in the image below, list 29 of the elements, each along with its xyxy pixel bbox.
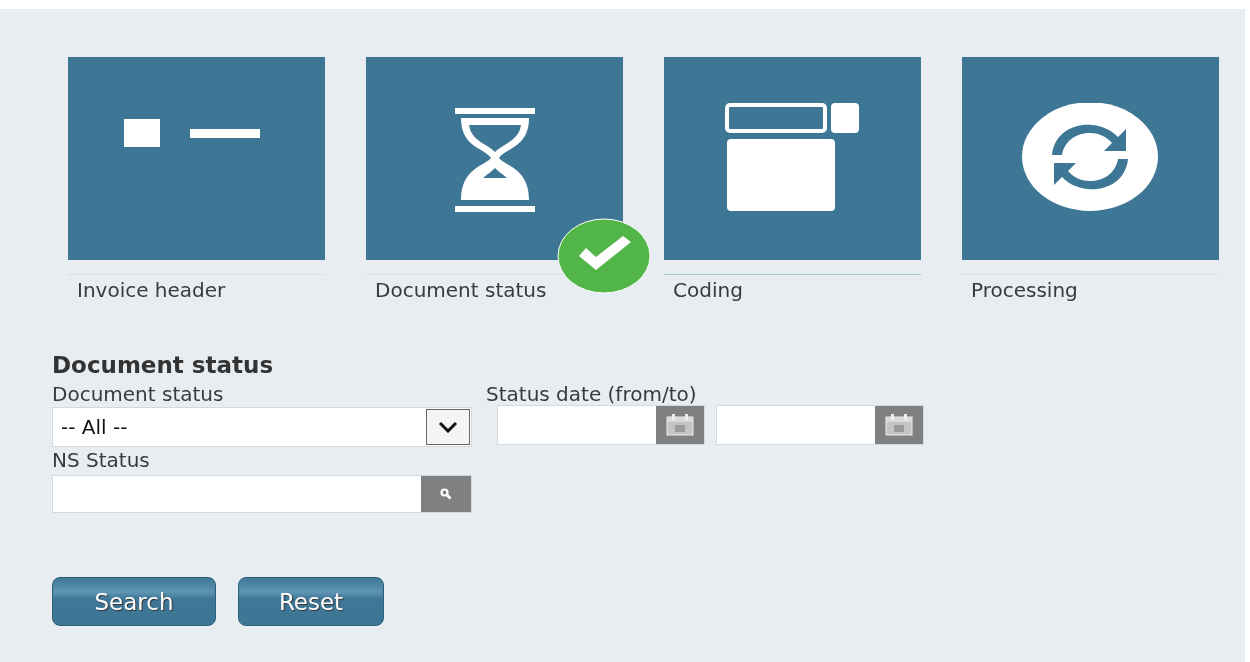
field-label: NS Status	[52, 447, 151, 473]
step-label: Document status	[374, 277, 548, 302]
step-tile[interactable]	[366, 57, 623, 260]
date-field[interactable]	[716, 405, 924, 445]
reset-button[interactable]: Reset	[238, 577, 384, 626]
search-button[interactable]	[421, 476, 471, 512]
field-label: Status date (from/to)	[486, 381, 698, 407]
lookup-field[interactable]	[52, 475, 472, 513]
dropdown-button[interactable]	[426, 409, 470, 445]
calendar-button[interactable]	[656, 406, 704, 444]
search-icon	[440, 488, 452, 500]
sync-icon	[1021, 103, 1160, 213]
section-heading: Document status	[52, 352, 275, 378]
status-dropdown[interactable]: -- All --	[52, 407, 472, 447]
date-field[interactable]	[497, 405, 705, 445]
search-button[interactable]: Search	[52, 577, 216, 626]
step-tile[interactable]	[664, 57, 921, 260]
calendar-icon	[885, 414, 913, 436]
caret-icon	[438, 421, 458, 433]
field-label: Document status	[52, 381, 225, 407]
hourglass-icon	[454, 108, 535, 212]
step-tile[interactable]	[962, 57, 1219, 260]
calendar-icon	[666, 414, 694, 436]
step-tile[interactable]	[68, 57, 325, 260]
calendar-button[interactable]	[875, 406, 923, 444]
window-icon	[724, 103, 861, 213]
step-label: Coding	[672, 277, 744, 302]
step-label: Invoice header	[76, 277, 227, 302]
step-label: Processing	[970, 277, 1079, 302]
